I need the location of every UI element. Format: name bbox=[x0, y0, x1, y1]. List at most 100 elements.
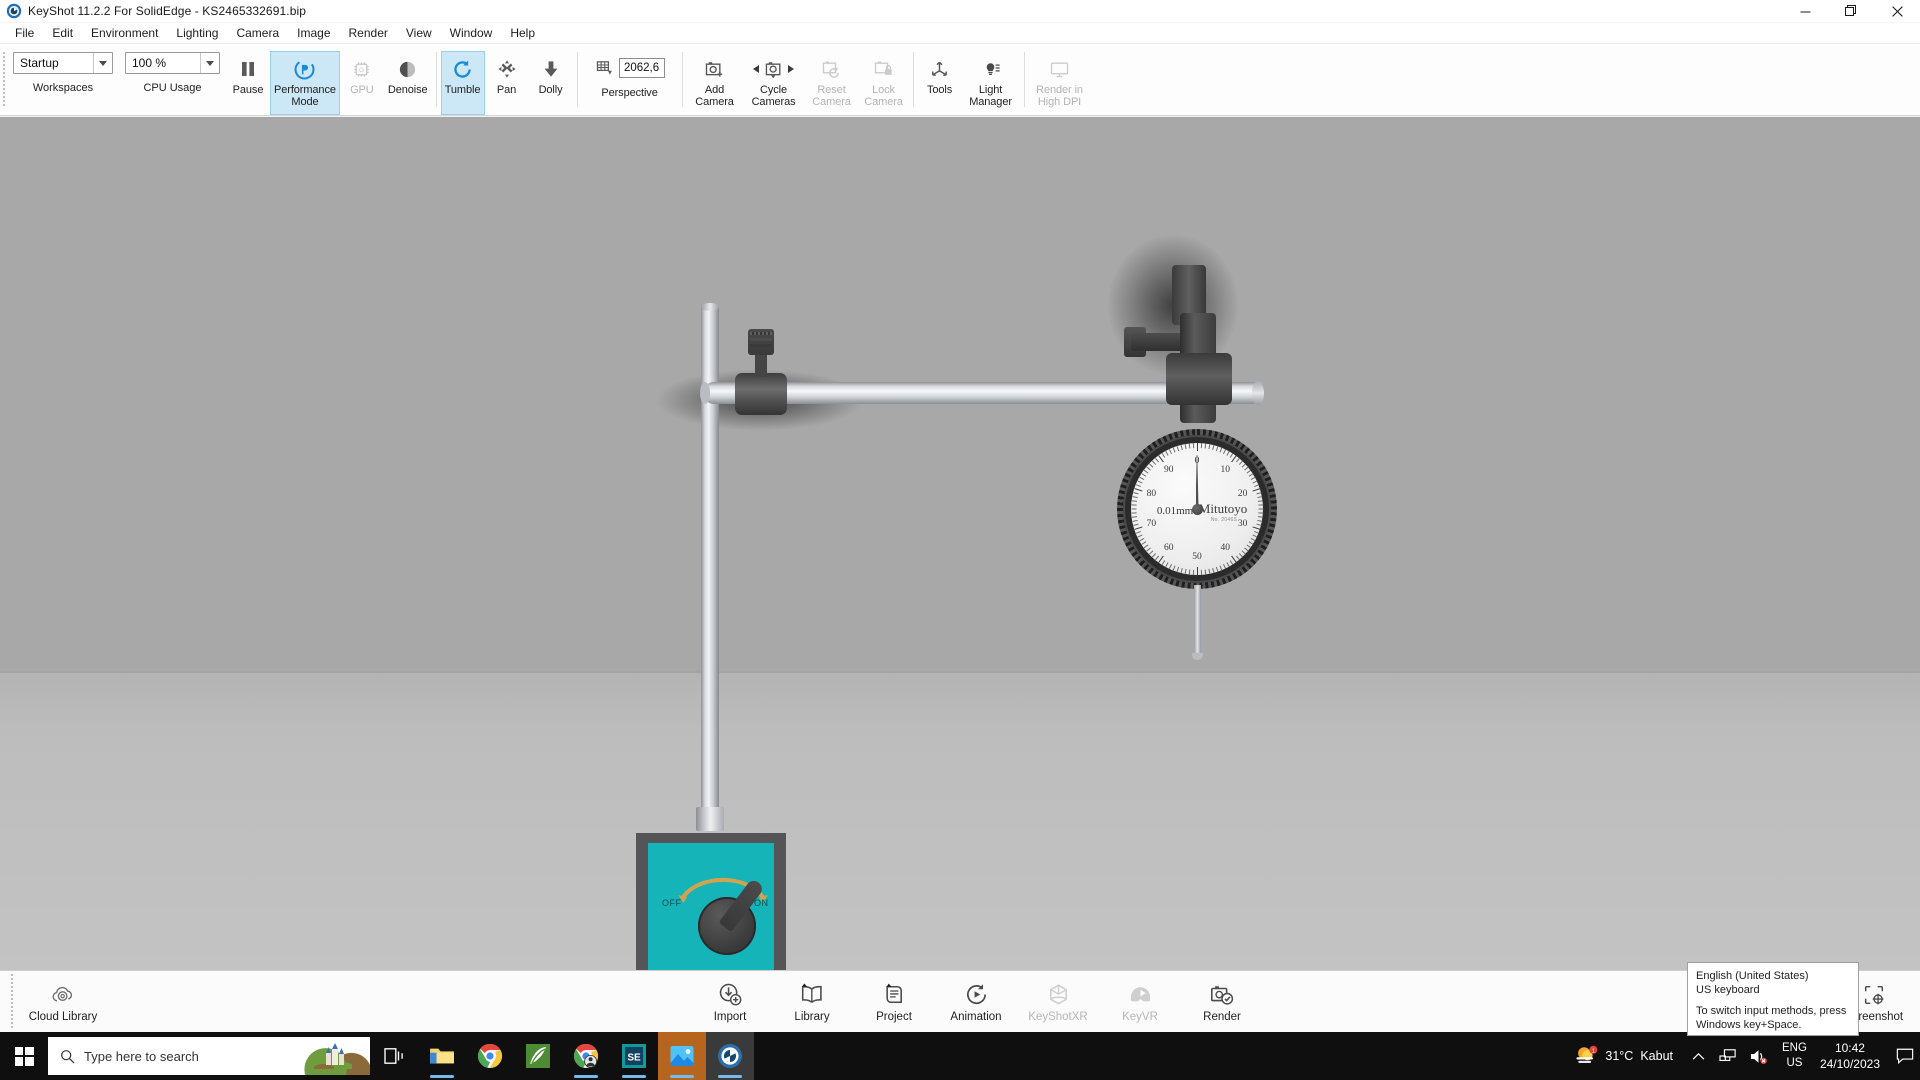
cloud-library-button[interactable]: Cloud Library bbox=[15, 974, 111, 1030]
volume-button[interactable] bbox=[1743, 1032, 1773, 1080]
toolbar-separator-3 bbox=[681, 52, 683, 107]
tray-weather-temp: 31°C bbox=[1605, 1049, 1634, 1063]
start-button[interactable] bbox=[0, 1032, 48, 1080]
tumble-label: Tumble bbox=[444, 84, 481, 96]
taskbar-search-input[interactable]: Type here to search bbox=[48, 1037, 370, 1075]
triangle-right-icon[interactable] bbox=[788, 65, 795, 73]
dolly-button[interactable]: Dolly bbox=[529, 51, 573, 115]
base-off-label: OFF bbox=[662, 898, 682, 908]
menu-window[interactable]: Window bbox=[441, 24, 502, 42]
tray-time: 10:42 bbox=[1834, 1041, 1865, 1055]
performance-mode-button[interactable]: Performance Mode bbox=[270, 51, 340, 115]
menu-environment[interactable]: Environment bbox=[82, 24, 167, 42]
lock-camera-button[interactable]: Lock Camera bbox=[859, 51, 909, 115]
add-camera-button[interactable]: Add Camera bbox=[687, 51, 743, 115]
light-manager-button[interactable]: Light Manager bbox=[962, 51, 1020, 115]
menu-lighting[interactable]: Lighting bbox=[167, 24, 227, 42]
menu-help[interactable]: Help bbox=[501, 24, 544, 42]
reset-camera-button[interactable]: Reset Camera bbox=[805, 51, 859, 115]
taskbar-solid-edge[interactable]: SE bbox=[610, 1032, 658, 1080]
maximize-button[interactable] bbox=[1828, 0, 1874, 23]
main-toolbar: Startup Workspaces 100 % CPU Usage Pause… bbox=[0, 44, 1920, 116]
chrome-icon bbox=[477, 1043, 503, 1069]
ime-tooltip-line1: English (United States) bbox=[1696, 970, 1809, 982]
import-button[interactable]: Import bbox=[690, 974, 770, 1030]
cycle-cameras-label-line2: Cameras bbox=[751, 95, 796, 108]
triangle-left-icon[interactable] bbox=[753, 65, 760, 73]
dial-scale-number: 80 bbox=[1146, 489, 1157, 500]
keyvr-headset-icon bbox=[1128, 982, 1153, 1008]
ime-tooltip-line2: US keyboard bbox=[1696, 984, 1760, 996]
pause-button[interactable]: Pause bbox=[226, 51, 270, 115]
chevron-down-icon[interactable] bbox=[200, 53, 219, 73]
render-high-dpi-label-line1: Render in bbox=[1036, 84, 1083, 96]
network-button[interactable] bbox=[1713, 1032, 1743, 1080]
animation-button[interactable]: Animation bbox=[936, 974, 1016, 1030]
cpu-usage-select[interactable]: 100 % bbox=[125, 52, 220, 74]
toolbar-grip[interactable] bbox=[0, 44, 7, 115]
bottom-toolbar-grip[interactable] bbox=[8, 974, 15, 1030]
network-icon bbox=[1719, 1048, 1737, 1064]
task-view-button[interactable] bbox=[370, 1032, 418, 1080]
menu-camera[interactable]: Camera bbox=[227, 24, 288, 42]
taskbar-keyshot[interactable] bbox=[706, 1032, 754, 1080]
menu-render[interactable]: Render bbox=[340, 24, 397, 42]
render-high-dpi-label-line2: High DPI bbox=[1037, 95, 1082, 108]
dial-indicator: 0102030405060708090 0.01mm Mitutoyo No. … bbox=[1117, 429, 1277, 589]
taskbar-search-placeholder: Type here to search bbox=[84, 1048, 199, 1064]
svg-text:SE: SE bbox=[627, 1052, 641, 1063]
workspaces-label: Workspaces bbox=[32, 82, 94, 94]
workspace-select[interactable]: Startup bbox=[13, 52, 113, 74]
minimize-button[interactable] bbox=[1782, 0, 1828, 23]
gpu-chip-icon: G bbox=[352, 56, 371, 82]
menu-image[interactable]: Image bbox=[288, 24, 339, 42]
tray-lang-line2: US bbox=[1786, 1057, 1803, 1069]
tray-weather-widget[interactable]: 1 31°C Kabut bbox=[1564, 1045, 1683, 1067]
render-button[interactable]: Render bbox=[1182, 974, 1262, 1030]
keyvr-button[interactable]: KeyVR bbox=[1100, 974, 1180, 1030]
project-button[interactable]: Project bbox=[854, 974, 934, 1030]
taskbar-green-app[interactable] bbox=[514, 1032, 562, 1080]
arm-right-cap bbox=[1252, 381, 1264, 405]
pause-icon bbox=[238, 56, 258, 82]
chevron-down-icon[interactable] bbox=[93, 53, 112, 73]
floor-plane bbox=[0, 673, 1920, 970]
perspective-value-input[interactable]: 2062,6 bbox=[618, 58, 665, 78]
tray-clock[interactable]: 10:42 24/10/2023 bbox=[1816, 1032, 1890, 1080]
show-hidden-icons-button[interactable] bbox=[1683, 1032, 1713, 1080]
tumble-button[interactable]: Tumble bbox=[440, 51, 485, 115]
tools-button[interactable]: Tools bbox=[918, 51, 962, 115]
menu-edit[interactable]: Edit bbox=[43, 24, 82, 42]
cycle-cameras-label-line1: Cycle bbox=[760, 84, 788, 96]
render-viewport[interactable]: 0102030405060708090 0.01mm Mitutoyo No. … bbox=[0, 117, 1920, 970]
taskbar-photos[interactable] bbox=[658, 1032, 706, 1080]
keyshotxr-label: KeyShotXR bbox=[1028, 1010, 1088, 1023]
dial-model-text: No. 2046S bbox=[1210, 517, 1238, 523]
light-manager-label-line2: Manager bbox=[969, 95, 1012, 108]
denoise-button[interactable]: Denoise bbox=[384, 51, 432, 115]
dial-scale-number: 90 bbox=[1164, 465, 1174, 476]
tray-language-indicator[interactable]: ENG US bbox=[1773, 1032, 1816, 1080]
perspective-grid-icon[interactable] bbox=[595, 59, 614, 78]
library-button[interactable]: Library bbox=[772, 974, 852, 1030]
pan-button[interactable]: Pan bbox=[485, 51, 529, 115]
menu-file[interactable]: File bbox=[6, 24, 43, 42]
menu-view[interactable]: View bbox=[397, 24, 441, 42]
ime-tooltip-line3: To switch input methods, press bbox=[1696, 1005, 1847, 1017]
restore-icon bbox=[1845, 5, 1856, 16]
reset-camera-label-line2: Camera bbox=[812, 95, 851, 108]
keyshotxr-button[interactable]: KeyShotXR bbox=[1018, 974, 1098, 1030]
render-high-dpi-button[interactable]: Render in High DPI bbox=[1029, 51, 1091, 115]
taskbar-chrome-window[interactable] bbox=[562, 1032, 610, 1080]
gpu-button[interactable]: G GPU bbox=[340, 51, 384, 115]
taskbar-chrome[interactable] bbox=[466, 1032, 514, 1080]
workspace-value: Startup bbox=[20, 56, 59, 70]
action-center-button[interactable] bbox=[1890, 1032, 1920, 1080]
tray-date: 24/10/2023 bbox=[1819, 1057, 1880, 1071]
toolbar-separator-4 bbox=[912, 52, 914, 107]
cycle-cameras-button[interactable]: Cycle Cameras bbox=[743, 51, 805, 115]
taskbar-file-explorer[interactable] bbox=[418, 1032, 466, 1080]
screenshot-crosshair-icon bbox=[1862, 982, 1886, 1008]
close-button[interactable] bbox=[1874, 0, 1920, 23]
project-label: Project bbox=[876, 1010, 912, 1023]
